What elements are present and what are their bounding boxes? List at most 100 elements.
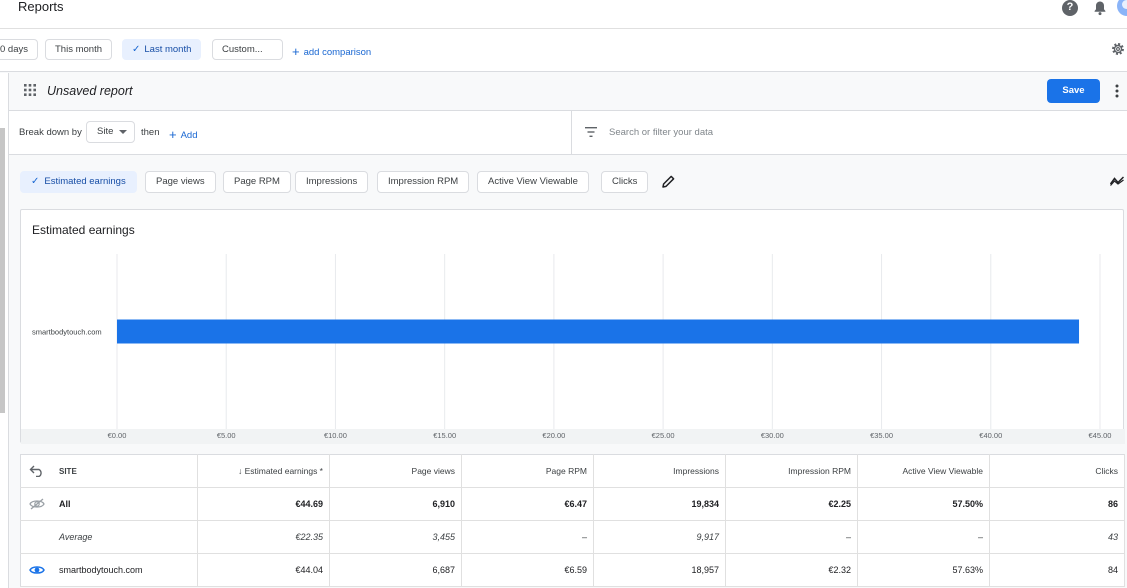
date-chip-days[interactable]: 0 days — [0, 39, 38, 60]
table-cell: €44.69 — [197, 487, 330, 521]
save-button[interactable]: Save — [1047, 79, 1100, 103]
table-cell: €6.47 — [461, 487, 594, 521]
report-name[interactable]: Unsaved report — [47, 84, 132, 98]
table-cell: 19,834 — [593, 487, 726, 521]
x-axis-band — [21, 429, 1125, 444]
column-header[interactable]: Clicks — [989, 454, 1125, 488]
table-header-row: SITE ↓ Estimated earnings * Page views Page… — [20, 454, 1125, 488]
page-title: Reports — [18, 0, 64, 14]
x-tick-label: €5.00 — [217, 431, 236, 440]
y-category-label: smartbodytouch.com — [32, 328, 102, 337]
metric-chip-label: Page views — [156, 176, 205, 187]
table-cell: 9,917 — [593, 520, 726, 554]
undo-icon[interactable] — [29, 465, 45, 477]
table-cell: €6.59 — [461, 553, 594, 587]
table-total-row: All €44.69 6,910 €6.47 19,834 €2.25 57.50% 86 — [20, 487, 1125, 521]
metric-chip-label: Estimated earnings — [44, 176, 126, 187]
table-cell: 57.63% — [857, 553, 990, 587]
metric-chip-impression-rpm[interactable]: Impression RPM — [377, 171, 470, 193]
check-icon: ✓ — [31, 176, 40, 187]
date-chip-last-month[interactable]: ✓ Last month — [122, 39, 202, 60]
metric-chip-label: Page RPM — [234, 176, 280, 187]
metric-chips-row: ✓ Estimated earnings Page views Page RPM … — [9, 156, 1127, 208]
date-chip-this-month[interactable]: This month — [45, 39, 112, 60]
chart-card: Estimated earnings €0.00 €5.00 €10.00 €15.0… — [20, 209, 1125, 444]
report-header: Unsaved report Save — [9, 73, 1127, 111]
add-comparison-button[interactable]: + add comparison — [292, 43, 371, 59]
table-cell: – — [857, 520, 990, 554]
column-header[interactable]: ↓ Estimated earnings * — [197, 454, 330, 488]
metric-chip-page-rpm[interactable]: Page RPM — [223, 171, 291, 193]
x-tick-label: €15.00 — [433, 431, 456, 440]
table-cell: €2.32 — [725, 553, 858, 587]
table-cell: 3,455 — [329, 520, 462, 554]
eye-icon[interactable] — [29, 564, 45, 576]
avatar[interactable] — [1117, 0, 1127, 16]
notifications-icon[interactable] — [1092, 0, 1108, 16]
breakdown-bar: Break down by Site then + Add Search or f… — [9, 111, 1127, 155]
table-cell: Average — [20, 520, 198, 554]
column-header[interactable]: Impression RPM — [725, 454, 858, 488]
then-label: then — [141, 127, 160, 138]
divider — [571, 111, 572, 155]
bar-chart: €0.00 €5.00 €10.00 €15.00 €20.00 €25.00 €30.00… — [21, 254, 1125, 444]
date-chip-label: 0 days — [0, 44, 28, 55]
x-tick-label: €40.00 — [979, 431, 1002, 440]
x-tick-label: €0.00 — [108, 431, 127, 440]
metric-chip-page-views[interactable]: Page views — [145, 171, 216, 193]
bar — [117, 319, 1080, 344]
help-icon[interactable]: ? — [1062, 0, 1078, 16]
table-cell: All — [20, 487, 198, 521]
table-cell: smartbodytouch.com — [20, 553, 198, 587]
row-label: smartbodytouch.com — [59, 565, 143, 575]
table-cell: – — [461, 520, 594, 554]
dimension-value: Site — [97, 126, 114, 137]
add-dimension-label: Add — [180, 130, 198, 141]
chevron-down-icon — [119, 130, 127, 134]
edit-pencil-icon[interactable] — [662, 175, 675, 188]
filter-icon — [585, 127, 597, 137]
settings-icon[interactable] — [1111, 42, 1125, 56]
table-cell: 43 — [989, 520, 1125, 554]
x-tick-label: €35.00 — [870, 431, 893, 440]
column-header[interactable]: Active View Viewable — [857, 454, 990, 488]
date-chip-label: Custom... — [222, 44, 263, 55]
table-cell: 57.50% — [857, 487, 990, 521]
hidden-eye-icon[interactable] — [29, 498, 45, 510]
metric-chip-impressions[interactable]: Impressions — [295, 171, 369, 193]
date-range-bar: 0 days This month ✓ Last month Custom... … — [0, 29, 1127, 72]
metric-chip-estimated-earnings[interactable]: ✓ Estimated earnings — [20, 171, 137, 193]
column-header[interactable]: Page views — [329, 454, 462, 488]
row-label: All — [59, 499, 71, 509]
date-chip-custom[interactable]: Custom... — [212, 39, 283, 60]
report-table: SITE ↓ Estimated earnings * Page views Page… — [20, 454, 1125, 587]
search-filter-input[interactable]: Search or filter your data — [609, 127, 713, 138]
sort-arrow-icon: ↓ — [237, 466, 245, 476]
more-options-icon[interactable] — [1115, 84, 1119, 98]
trend-icon[interactable] — [1110, 176, 1124, 186]
metric-chip-label: Impressions — [306, 176, 358, 187]
metric-chip-label: Impression RPM — [388, 176, 459, 187]
plus-icon: + — [292, 44, 300, 59]
date-chip-label: This month — [55, 44, 102, 55]
x-tick-label: €20.00 — [542, 431, 565, 440]
dimension-select[interactable]: Site — [86, 121, 135, 143]
metric-chip-active-view-viewable[interactable]: Active View Viewable — [477, 171, 589, 193]
table-cell: €2.25 — [725, 487, 858, 521]
x-tick-label: €25.00 — [652, 431, 675, 440]
x-tick-label: €45.00 — [1089, 431, 1112, 440]
date-chip-label: Last month — [144, 44, 192, 55]
add-dimension-button[interactable]: + Add — [169, 126, 198, 142]
table-cell: 6,687 — [329, 553, 462, 587]
column-header-site[interactable]: SITE — [20, 454, 198, 488]
top-bar: Reports ? — [0, 0, 1127, 29]
column-header[interactable]: Impressions — [593, 454, 726, 488]
table-cell: €22.35 — [197, 520, 330, 554]
table-cell: 18,957 — [593, 553, 726, 587]
scrollbar[interactable] — [0, 128, 5, 413]
metric-chip-clicks[interactable]: Clicks — [601, 171, 649, 193]
plus-icon: + — [169, 127, 177, 142]
table-cell: 84 — [989, 553, 1125, 587]
apps-grid-icon[interactable] — [24, 84, 36, 96]
column-header[interactable]: Page RPM — [461, 454, 594, 488]
